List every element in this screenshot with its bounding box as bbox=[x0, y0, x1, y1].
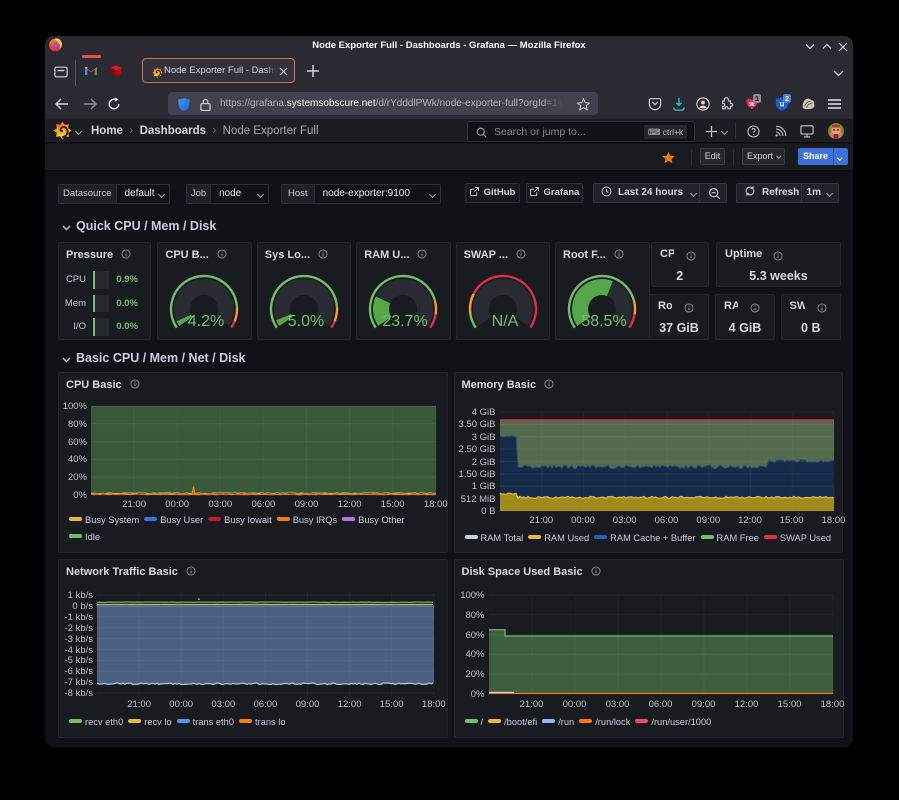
svg-text:58.5%: 58.5% bbox=[581, 313, 626, 330]
svg-text:23.7%: 23.7% bbox=[383, 313, 428, 330]
svg-text:N/A: N/A bbox=[491, 313, 518, 330]
svg-text:4.2%: 4.2% bbox=[188, 313, 224, 330]
svg-text:5.0%: 5.0% bbox=[288, 313, 324, 330]
